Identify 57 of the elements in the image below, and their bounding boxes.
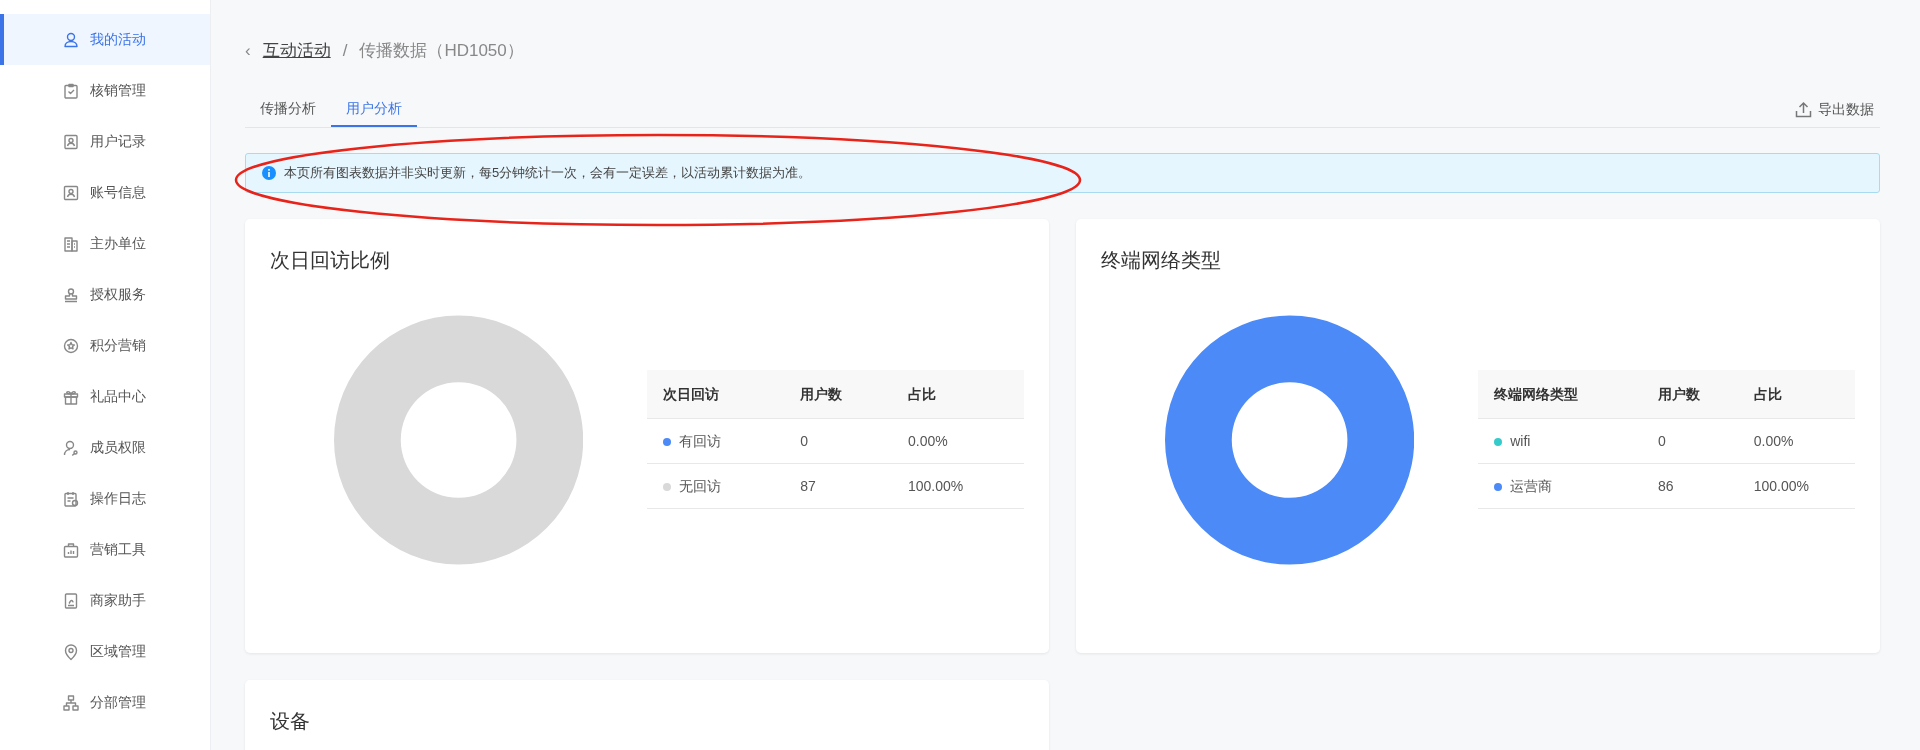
tab[interactable]: 用户分析 (331, 97, 417, 127)
column-header: 次日回访 (647, 369, 785, 419)
table-cell: 87 (784, 463, 892, 509)
breadcrumb-link[interactable]: 互动活动 (262, 38, 331, 64)
org-chart-icon (62, 693, 80, 712)
table-cell: 0.00% (1737, 418, 1855, 464)
card-title: 终端网络类型 (1101, 247, 1222, 273)
clipboard-check-icon (62, 81, 80, 100)
sidebar-item[interactable]: 主办单位 (0, 218, 210, 269)
sidebar-item[interactable]: 授权服务 (0, 269, 210, 320)
sidebar-item[interactable]: 账号信息 (0, 167, 210, 218)
legend-label: 运营商 (1510, 477, 1553, 494)
contact-card-icon (62, 183, 80, 202)
sidebar-item[interactable]: 用户记录 (0, 116, 210, 167)
star-badge-icon (62, 336, 80, 355)
sidebar-item[interactable]: 商家助手 (0, 575, 210, 626)
building-icon (62, 234, 80, 253)
column-header: 占比 (891, 369, 1024, 419)
table-cell: 100.00% (1737, 463, 1855, 509)
stamp-icon (62, 285, 80, 304)
sidebar-item[interactable]: 核销管理 (0, 65, 210, 116)
table-cell: 0 (1642, 418, 1738, 464)
column-header: 用户数 (784, 369, 892, 419)
sidebar-item[interactable]: 区域管理 (0, 626, 210, 677)
notice-text: 本页所有图表数据并非实时更新，每5分钟统计一次，会有一定误差，以活动累计数据为准。 (284, 163, 812, 182)
upload-icon (1795, 100, 1812, 118)
sidebar-item[interactable]: 操作日志 (0, 473, 210, 524)
breadcrumb-separator: / (342, 40, 348, 62)
person-icon (62, 30, 80, 49)
table-cell: 0.00% (891, 418, 1024, 464)
table-cell: 100.00% (891, 463, 1024, 509)
toolbox-icon (62, 540, 80, 559)
column-header: 占比 (1737, 369, 1855, 419)
table-cell: 86 (1642, 463, 1738, 509)
document-icon (62, 591, 80, 610)
legend-label: 有回访 (679, 432, 722, 449)
info-icon (262, 165, 276, 180)
export-button[interactable]: 导出数据 (1789, 97, 1880, 121)
legend-label: wifi (1510, 432, 1531, 449)
sidebar-item[interactable]: 我的活动 (0, 14, 210, 65)
legend-label: 无回访 (679, 477, 722, 494)
location-pin-icon (62, 642, 80, 661)
breadcrumb-current: 传播数据（HD1050） (359, 40, 524, 62)
sidebar-item[interactable]: 成员权限 (0, 422, 210, 473)
column-header: 用户数 (1642, 369, 1738, 419)
sidebar-item[interactable]: 营销工具 (0, 524, 210, 575)
sidebar-item[interactable]: 积分营销 (0, 320, 210, 371)
card-title: 设备 (270, 708, 311, 734)
sidebar-item[interactable]: 分部管理 (0, 677, 210, 728)
table-cell: 0 (784, 418, 892, 464)
sidebar-item[interactable]: 礼品中心 (0, 371, 210, 422)
column-header: 终端网络类型 (1478, 369, 1643, 419)
person-key-icon (62, 438, 80, 457)
calendar-document-icon (62, 489, 80, 508)
id-card-icon (62, 132, 80, 151)
card-title: 次日回访比例 (270, 247, 391, 273)
tab[interactable]: 传播分析 (245, 97, 331, 127)
